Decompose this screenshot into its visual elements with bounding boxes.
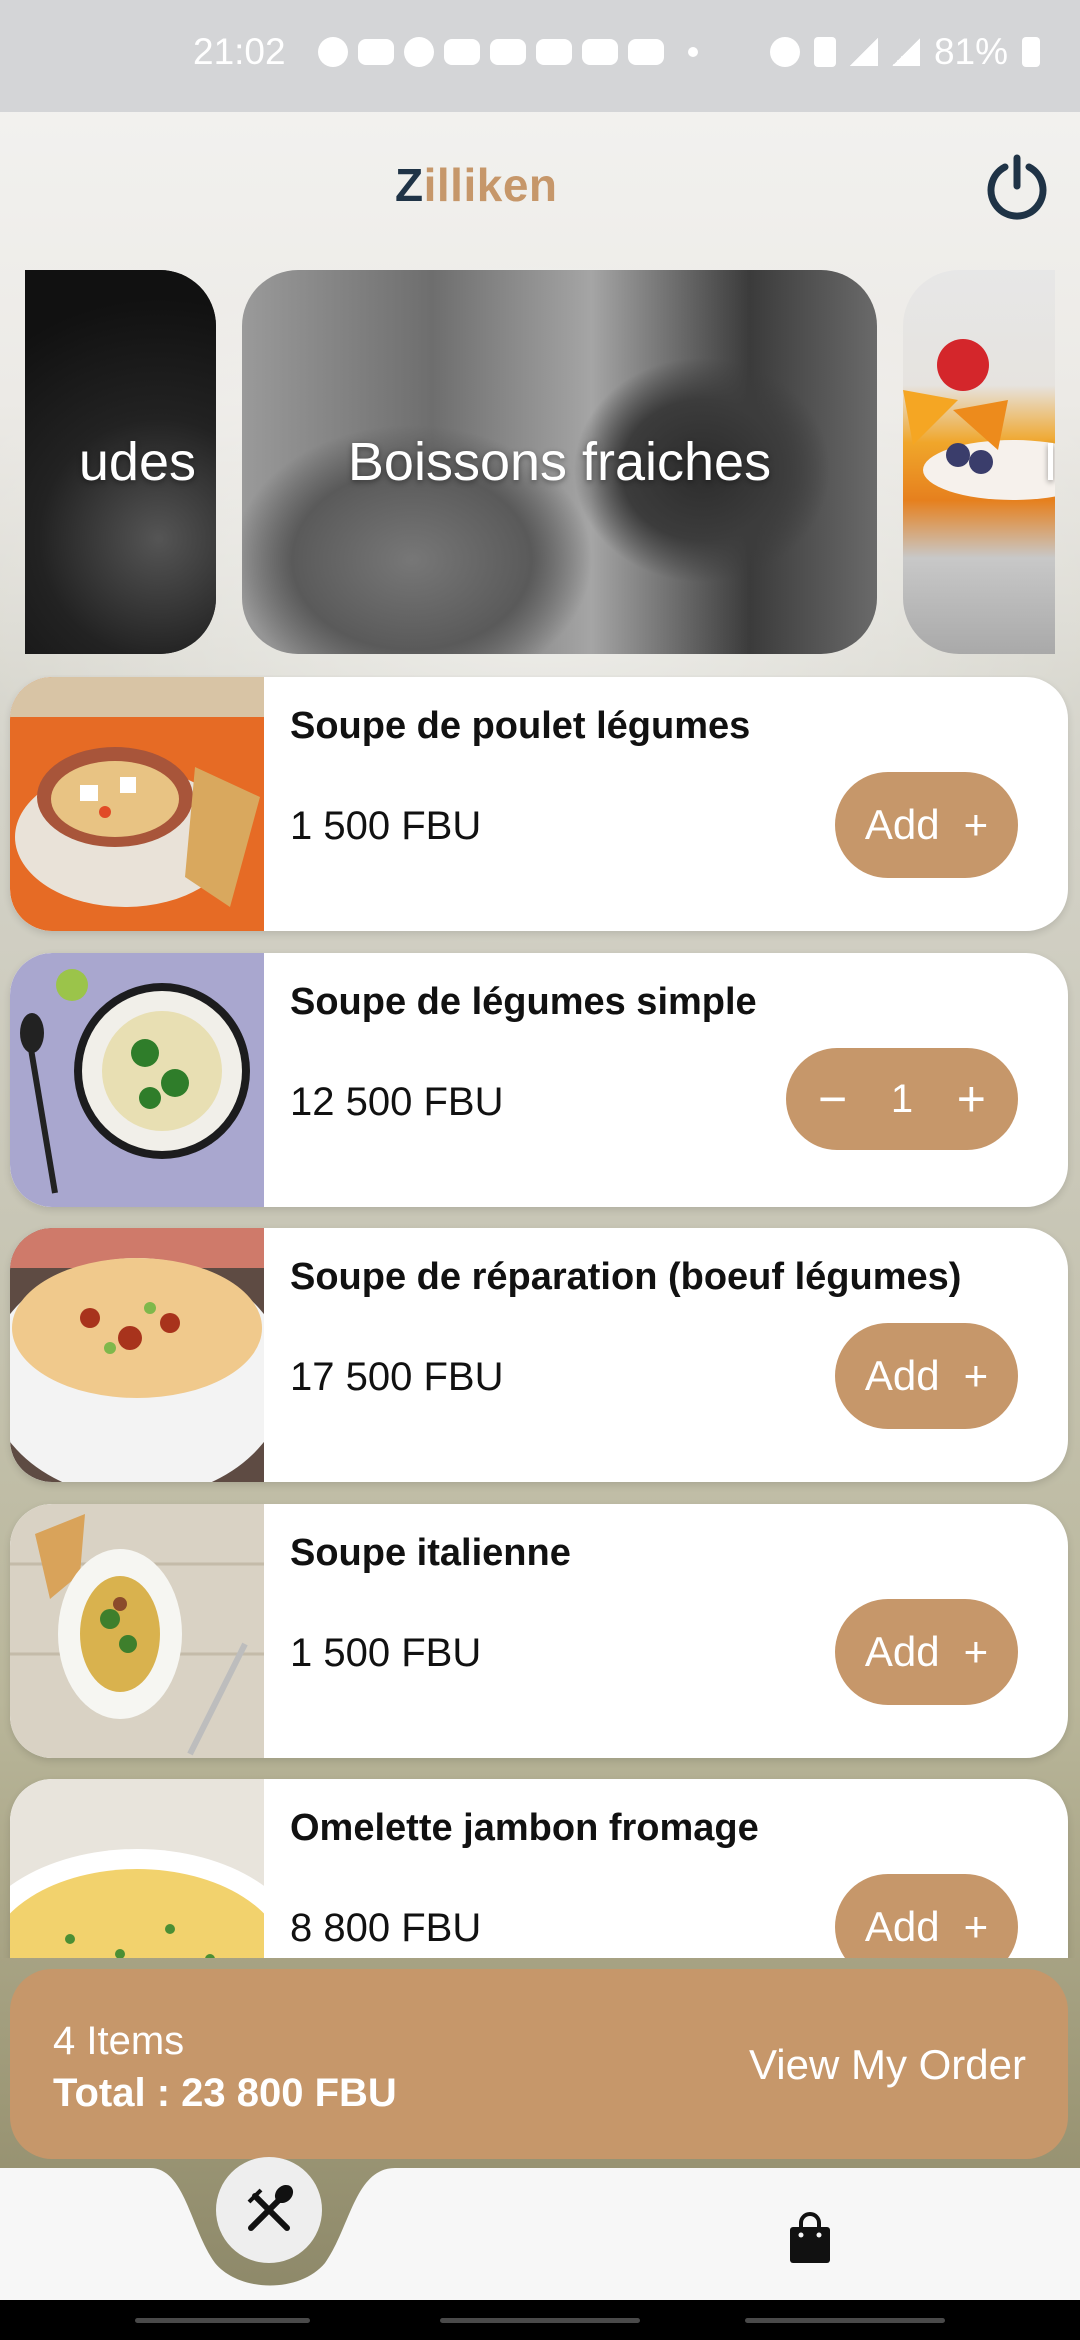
add-label: Add <box>864 1352 940 1399</box>
shopping-bag-icon <box>790 2212 830 2263</box>
menu-item-card[interactable]: Soupe de réparation (boeuf légumes) 17 5… <box>10 1228 1068 1482</box>
fork-spoon-icon <box>247 2184 294 2231</box>
menu-item-name: Soupe italienne <box>290 1532 571 1574</box>
menu-item-image <box>10 1779 264 1958</box>
youtube-icon <box>490 39 526 65</box>
signal-icon <box>891 38 920 66</box>
menu-item-name: Soupe de légumes simple <box>290 981 757 1023</box>
category-card[interactable]: Boissons fraiches <box>242 270 877 654</box>
order-summary-bar[interactable]: 4 Items Total : 23 800 FBU View My Order <box>10 1969 1068 2159</box>
menu-item-card[interactable]: Omelette jambon fromage 8 800 FBU Add + <box>10 1779 1068 1958</box>
app-title-rest: illiken <box>423 159 558 211</box>
system-navigation-bar <box>0 2300 1080 2340</box>
menu-item-image <box>10 953 264 1207</box>
add-button[interactable]: Add + <box>835 1323 1018 1429</box>
category-label: udes <box>78 432 196 492</box>
menu-item-card[interactable]: Soupe italienne 1 500 FBU Add + <box>10 1504 1068 1758</box>
minus-button[interactable]: − <box>818 1074 847 1124</box>
status-bar: 21:02 81% <box>0 0 1080 112</box>
plus-button[interactable]: + <box>957 1074 986 1124</box>
category-card[interactable]: udes <box>25 270 216 654</box>
app-title: Zilliken <box>395 158 558 212</box>
power-icon <box>987 154 1047 220</box>
quantity-stepper[interactable]: − 1 + <box>786 1048 1018 1150</box>
menu-item-image <box>10 677 264 931</box>
signal-icon <box>849 38 878 66</box>
menu-item-price: 17 500 FBU <box>290 1355 504 1399</box>
add-button[interactable]: Add + <box>835 772 1018 878</box>
category-label: I <box>1043 432 1055 492</box>
category-carousel[interactable]: udes Boissons fraiches I <box>0 270 1080 654</box>
youtube-icon <box>536 39 572 65</box>
menu-item-price: 1 500 FBU <box>290 1631 482 1675</box>
system-indicators: 81% <box>769 31 1040 73</box>
youtube-icon <box>582 39 618 65</box>
nav-background <box>0 2168 1080 2300</box>
menu-item-image <box>10 1504 264 1758</box>
order-item-count: 4 Items <box>53 2019 185 2063</box>
battery-percent: 81% <box>933 31 1008 72</box>
plus-icon: + <box>963 1352 989 1399</box>
bell-icon <box>404 37 434 67</box>
menu-item-name: Omelette jambon fromage <box>290 1807 759 1849</box>
plus-icon: + <box>963 1903 989 1950</box>
battery-icon <box>1022 37 1040 67</box>
power-button[interactable] <box>983 152 1051 220</box>
menu-item-card[interactable]: Soupe de légumes simple 12 500 FBU − 1 + <box>10 953 1068 1207</box>
menu-item-name: Soupe de réparation (boeuf légumes) <box>290 1256 962 1298</box>
home-button[interactable] <box>440 2318 640 2323</box>
more-dot-icon <box>688 47 698 57</box>
add-button[interactable]: Add + <box>835 1599 1018 1705</box>
network-4g-icon <box>813 37 836 67</box>
menu-item-image <box>10 1228 264 1482</box>
menu-item-card[interactable]: Soupe de poulet légumes 1 500 FBU Add + <box>10 677 1068 931</box>
plus-icon: + <box>963 801 989 848</box>
add-button[interactable]: Add + <box>835 1874 1018 1958</box>
youtube-icon <box>444 39 480 65</box>
bottom-nav <box>0 2168 1080 2300</box>
alarm-icon <box>769 37 800 67</box>
add-label: Add <box>864 1903 940 1950</box>
back-button[interactable] <box>745 2318 945 2323</box>
menu-item-price: 8 800 FBU <box>290 1906 482 1950</box>
menu-item-price: 12 500 FBU <box>290 1080 504 1124</box>
youtube-icon <box>628 39 664 65</box>
recent-apps-button[interactable] <box>135 2318 310 2323</box>
category-card[interactable]: I <box>903 270 1055 654</box>
notification-icons <box>318 37 698 67</box>
cart-tab[interactable] <box>786 2212 834 2266</box>
app-title-initial: Z <box>395 159 424 211</box>
view-order-button[interactable]: View My Order <box>749 2041 1026 2089</box>
plus-icon: + <box>963 1628 989 1675</box>
status-time: 21:02 <box>193 31 286 72</box>
quantity-value: 1 <box>890 1076 914 1121</box>
menu-tab[interactable] <box>216 2157 322 2263</box>
add-label: Add <box>864 801 940 848</box>
order-total: Total : 23 800 FBU <box>53 2071 397 2115</box>
add-label: Add <box>864 1628 940 1675</box>
menu-item-name: Soupe de poulet légumes <box>290 705 751 747</box>
whatsapp-icon <box>318 37 348 67</box>
category-image <box>903 270 1055 654</box>
menu-item-price: 1 500 FBU <box>290 804 482 848</box>
category-label: Boissons fraiches <box>347 432 772 492</box>
menu-list[interactable]: Soupe de poulet légumes 1 500 FBU Add + … <box>0 675 1080 1958</box>
message-icon <box>358 39 394 65</box>
